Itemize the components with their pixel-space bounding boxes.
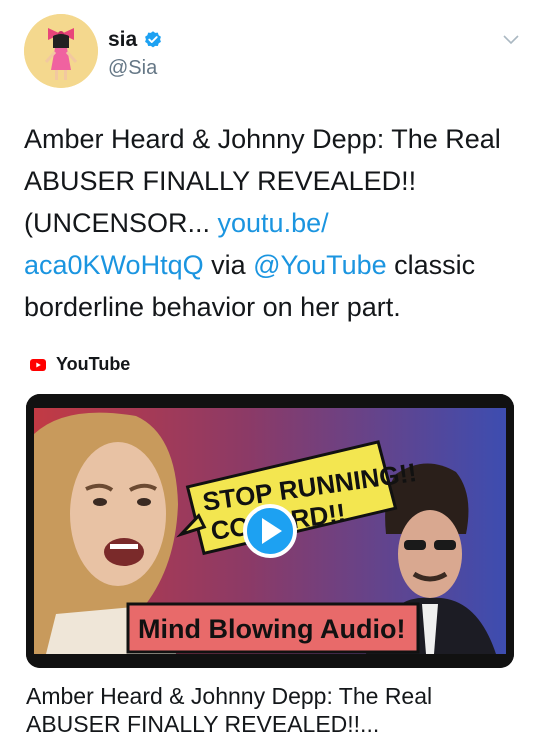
card-source-label: YouTube bbox=[56, 354, 131, 374]
avatar[interactable] bbox=[24, 14, 98, 88]
youtube-icon bbox=[30, 358, 46, 371]
tweet-link-part[interactable]: youtu.be/ bbox=[218, 208, 329, 238]
tweet-text-part: via bbox=[203, 250, 254, 280]
chevron-down-icon[interactable] bbox=[502, 30, 520, 48]
card-source[interactable]: YouTube bbox=[30, 354, 130, 375]
tweet-text: Amber Heard & Johnny Depp: The Real ABUS… bbox=[24, 118, 524, 328]
mention-link[interactable]: @YouTube bbox=[253, 250, 387, 280]
thumbnail-banner: Mind Blowing Audio! bbox=[138, 614, 405, 644]
card-title[interactable]: Amber Heard & Johnny Depp: The Real ABUS… bbox=[26, 682, 516, 738]
tweet-link-part[interactable]: aca0KWoHtqQ bbox=[24, 250, 204, 280]
author-handle[interactable]: @Sia bbox=[108, 57, 157, 80]
play-button-icon[interactable] bbox=[243, 504, 297, 558]
verified-badge-icon bbox=[145, 31, 162, 48]
display-name[interactable]: sia bbox=[108, 28, 137, 52]
author-name-row[interactable]: sia bbox=[108, 28, 163, 52]
tweet-header: sia @Sia bbox=[24, 14, 524, 94]
video-thumbnail[interactable]: STOP RUNNING!! COWARD!! Mind Blowing Aud… bbox=[26, 394, 514, 668]
